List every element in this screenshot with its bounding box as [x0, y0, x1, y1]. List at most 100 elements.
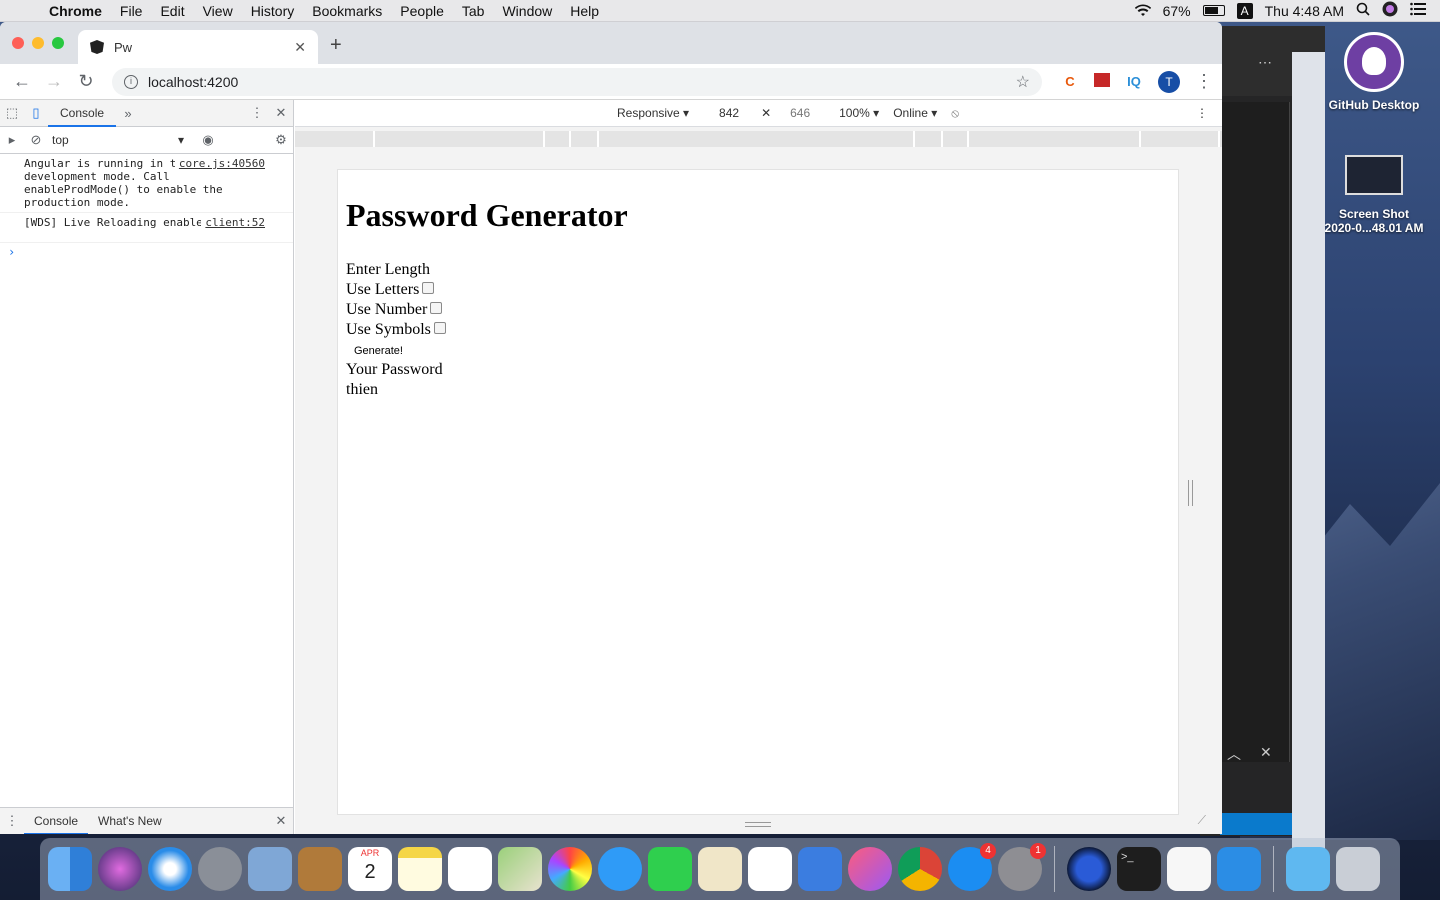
finder-icon[interactable] — [48, 847, 92, 891]
viewport-resize-handle-bottom[interactable] — [745, 822, 771, 827]
extension-iq-icon[interactable]: IQ — [1118, 74, 1150, 89]
safari-icon[interactable] — [148, 847, 192, 891]
menu-app-name[interactable]: Chrome — [40, 3, 111, 19]
reload-icon[interactable]: ↻ — [70, 71, 102, 92]
terminal-icon[interactable]: >_ — [1117, 847, 1161, 891]
drawer-tab-whats-new[interactable]: What's New — [88, 808, 172, 835]
tab-close-icon[interactable]: ✕ — [294, 39, 306, 56]
rotate-icon[interactable]: ⦸ — [951, 106, 959, 121]
messages-icon[interactable] — [598, 847, 642, 891]
devtools-menu-icon[interactable]: ⋮ — [245, 105, 269, 121]
pages-icon[interactable] — [698, 847, 742, 891]
menu-window[interactable]: Window — [493, 3, 561, 19]
close-window-button[interactable] — [12, 37, 24, 49]
music-icon[interactable] — [848, 847, 892, 891]
network-throttle-select[interactable]: Online ▾ — [893, 106, 937, 120]
device-toolbar-menu-icon[interactable]: ⋮ — [1196, 106, 1208, 120]
viewport-resize-corner-icon[interactable]: ⟋ — [1198, 813, 1206, 828]
extension-chart-icon[interactable] — [1086, 73, 1118, 90]
siri-icon[interactable] — [1382, 1, 1398, 20]
device-toggle-icon[interactable]: ▯ — [24, 105, 48, 121]
inspect-element-icon[interactable]: ⬚ — [0, 105, 24, 121]
quicktime-icon[interactable] — [1067, 847, 1111, 891]
textedit-icon[interactable] — [1167, 847, 1211, 891]
viewport-width-input[interactable]: 842 — [711, 106, 747, 120]
notification-center-icon[interactable] — [1410, 2, 1426, 19]
more-icon[interactable]: ⋯ — [1258, 54, 1272, 71]
photos-icon[interactable] — [548, 847, 592, 891]
log-source-link[interactable]: core.js:40560 — [174, 157, 265, 170]
calendar-icon[interactable]: APR 2 — [348, 847, 392, 891]
browser-tab[interactable]: Pw ✕ — [78, 30, 318, 64]
console-prompt[interactable]: › — [0, 243, 293, 261]
back-icon[interactable]: ← — [6, 71, 38, 92]
chevron-up-icon[interactable]: ︿ — [1227, 744, 1241, 764]
clock[interactable]: Thu 4:48 AM — [1265, 3, 1344, 19]
live-expression-eye-icon[interactable]: ◉ — [196, 132, 220, 148]
media-query-ruler[interactable] — [295, 131, 1222, 147]
address-bar[interactable]: i localhost:4200 ☆ — [112, 67, 1042, 96]
mail-eagle-icon[interactable] — [248, 847, 292, 891]
menu-file[interactable]: File — [111, 3, 152, 19]
wifi-icon[interactable] — [1134, 4, 1151, 18]
chrome-dock-icon[interactable] — [898, 847, 942, 891]
spotlight-icon[interactable] — [1356, 2, 1370, 19]
minimize-window-button[interactable] — [32, 37, 44, 49]
clear-console-icon[interactable]: ⊘ — [24, 132, 48, 148]
battery-icon[interactable] — [1202, 5, 1225, 16]
device-mode-select[interactable]: Responsive ▾ — [617, 106, 689, 120]
trash-icon[interactable] — [1336, 847, 1380, 891]
app-store-icon[interactable]: 4 — [948, 843, 996, 891]
drawer-close-icon[interactable]: ✕ — [269, 813, 293, 829]
new-tab-button[interactable]: + — [330, 34, 342, 57]
viewport-height-input[interactable]: 646 — [785, 106, 815, 120]
menu-bookmarks[interactable]: Bookmarks — [303, 3, 391, 19]
sidebar-toggle-icon[interactable]: ▸ — [0, 132, 24, 148]
battery-percent[interactable]: 67% — [1163, 3, 1191, 19]
downloads-folder-icon[interactable] — [1286, 847, 1330, 891]
extension-c-icon[interactable]: C — [1054, 74, 1086, 89]
log-source-link[interactable]: client:52 — [201, 216, 265, 229]
menu-help[interactable]: Help — [561, 3, 608, 19]
desktop-icon-screenshot[interactable]: Screen Shot 2020-0...48.01 AM — [1319, 155, 1429, 235]
menu-tab[interactable]: Tab — [453, 3, 494, 19]
menu-history[interactable]: History — [242, 3, 304, 19]
menu-view[interactable]: View — [194, 3, 242, 19]
zoom-window-button[interactable] — [52, 37, 64, 49]
drawer-tab-console[interactable]: Console — [24, 808, 89, 834]
generate-button[interactable]: Generate! — [346, 343, 411, 359]
tab-console[interactable]: Console — [48, 100, 117, 127]
forward-icon[interactable]: → — [38, 71, 70, 92]
symbols-label: Use Symbols — [346, 321, 431, 338]
viewport-resize-handle-right[interactable] — [1188, 480, 1193, 506]
devtools-close-icon[interactable]: ✕ — [269, 105, 293, 121]
symbols-checkbox[interactable] — [433, 322, 446, 334]
numbers-icon[interactable] — [748, 847, 792, 891]
context-selector[interactable]: top ▾ — [48, 130, 188, 150]
chrome-menu-icon[interactable]: ⋮ — [1188, 71, 1220, 92]
profile-avatar[interactable]: T — [1158, 70, 1180, 93]
keynote-icon[interactable] — [798, 847, 842, 891]
vscode-icon[interactable] — [1217, 847, 1261, 891]
facetime-icon[interactable] — [648, 847, 692, 891]
system-preferences-gear-icon[interactable]: 1 — [998, 843, 1046, 891]
reminders-icon[interactable] — [448, 847, 492, 891]
menu-people[interactable]: People — [391, 3, 453, 19]
zoom-select[interactable]: 100% ▾ — [839, 106, 879, 120]
launchpad-rocket-icon[interactable] — [198, 847, 242, 891]
more-tabs-icon[interactable]: » — [116, 106, 140, 121]
siri-dock-icon[interactable] — [98, 847, 142, 891]
maps-icon[interactable] — [498, 847, 542, 891]
menu-edit[interactable]: Edit — [151, 3, 193, 19]
bookmark-star-icon[interactable]: ☆ — [1016, 72, 1030, 92]
console-settings-gear-icon[interactable]: ⚙ — [269, 132, 293, 148]
input-source-icon[interactable]: A — [1236, 2, 1253, 19]
contacts-icon[interactable] — [298, 847, 342, 891]
close-icon[interactable]: ✕ — [1260, 744, 1272, 761]
numbers-checkbox[interactable] — [430, 302, 443, 314]
notes-icon[interactable] — [398, 847, 442, 891]
drawer-menu-icon[interactable]: ⋮ — [0, 813, 24, 829]
letters-checkbox[interactable] — [422, 282, 435, 294]
site-info-icon[interactable]: i — [124, 74, 138, 89]
desktop-icon-github[interactable]: GitHub Desktop — [1319, 32, 1429, 112]
